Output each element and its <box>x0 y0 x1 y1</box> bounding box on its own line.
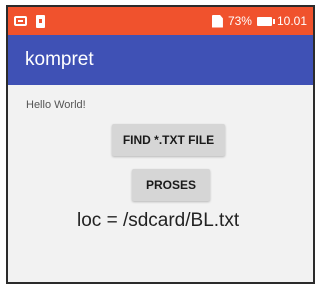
status-bar: 73% 10.01 <box>8 7 313 35</box>
sim-icon <box>211 14 223 28</box>
app-bar: kompret <box>8 35 313 85</box>
find-txt-file-button[interactable]: FIND *.TXT FILE <box>112 124 225 156</box>
location-text: loc = /sdcard/BL.txt <box>77 210 240 231</box>
phone-screen: 73% 10.01 kompret Hello World! FIND *.TX… <box>6 5 315 284</box>
sd-card-icon <box>36 14 45 28</box>
message-icon <box>14 16 27 26</box>
battery-percent: 73% <box>227 14 252 28</box>
proses-button[interactable]: PROSES <box>132 169 210 201</box>
main-content: Hello World! FIND *.TXT FILE PROSES loc … <box>8 85 313 282</box>
app-title: kompret <box>25 49 94 70</box>
battery-icon <box>256 16 275 26</box>
hello-text: Hello World! <box>26 99 86 111</box>
clock: 10.01 <box>276 14 307 28</box>
